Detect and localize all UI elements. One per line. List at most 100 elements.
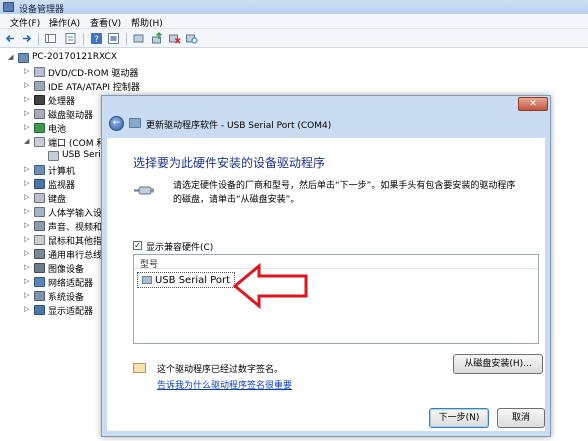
menu-help[interactable]: 帮助(H) [131,16,163,29]
mouse-icon [34,235,45,245]
keyboard-icon [34,193,45,203]
device-view-icon[interactable] [107,32,120,45]
signing-info-link[interactable]: 告诉我为什么驱动程序签名很重要 [157,378,292,391]
model-column-header: 型号 [140,260,159,270]
expand-icon[interactable]: ▷ [24,109,29,117]
tree-root-label: PC-20170121RXCX [32,52,117,62]
svg-text:?: ? [94,35,99,45]
expand-icon[interactable]: ▷ [24,179,29,187]
expand-icon[interactable]: ▷ [24,95,29,103]
device-icon [129,118,141,128]
camera-icon [34,263,45,273]
page-heading: 选择要为此硬件安装的设备驱动程序 [133,156,326,170]
hid-icon [34,207,45,217]
tree-item-label: 网络适配器 [48,279,94,289]
tree-item-label: 鼠标和其他指 [48,237,103,247]
expand-icon[interactable]: ▷ [24,291,29,299]
show-hide-tree-icon[interactable] [44,32,57,45]
close-icon: ✕ [529,99,537,109]
cancel-button[interactable]: 取消 [497,408,545,428]
red-arrow-annotation [233,263,308,309]
serial-cable-icon [134,186,154,195]
show-compatible-checkbox[interactable]: ✓ [133,241,142,250]
port-icon [48,151,59,161]
toolbar: ? [0,29,588,48]
scan-hardware-icon[interactable] [185,32,198,45]
battery-icon [34,123,45,133]
have-disk-button[interactable]: 从磁盘安装(H)... [453,354,543,374]
network-adapter-icon [34,277,45,287]
forward-arrow-icon[interactable] [20,32,33,45]
expand-icon[interactable]: ▷ [24,235,29,243]
properties-icon[interactable] [64,32,77,45]
window-titlebar: 设备管理器 [0,0,588,15]
next-button[interactable]: 下一步(N) [429,408,489,428]
update-driver-icon[interactable] [151,32,164,45]
toolbar-separator [126,33,127,45]
expand-icon[interactable]: ▷ [24,67,29,75]
show-compatible-label: 显示兼容硬件(C) [146,243,214,253]
tree-item-label: 通用串行总线 [48,251,103,261]
dialog-header: ← 更新驱动程序软件 - USB Serial Port (COM4) [103,113,549,135]
tree-item-label: 端口 (COM 和 [48,139,106,149]
signed-driver-text: 这个驱动程序已经过数字签名。 [157,365,284,375]
uninstall-icon[interactable] [168,32,181,45]
expand-icon[interactable]: ▷ [24,277,29,285]
menu-file[interactable]: 文件(F) [10,16,40,29]
certificate-icon [133,363,146,373]
expand-icon[interactable]: ▷ [24,165,29,173]
monitor-icon [34,179,45,189]
model-list-item[interactable]: USB Serial Port [137,272,235,288]
port-icon [34,137,45,147]
model-list-header[interactable]: 型号 [134,255,538,270]
usb-icon [34,249,45,259]
tree-item-label: 键盘 [48,195,67,205]
collapse-icon[interactable]: ◢ [24,137,29,145]
model-item-label: USB Serial Port [155,275,231,286]
expand-icon[interactable]: ▷ [24,263,29,271]
expand-icon[interactable]: ▷ [24,81,29,89]
update-driver-dialog: ✕ ← 更新驱动程序软件 - USB Serial Port (COM4) 选择… [101,95,551,437]
model-list[interactable]: 型号 USB Serial Port [133,254,539,344]
computer-icon [34,165,45,175]
dialog-close-button[interactable]: ✕ [518,97,548,111]
tree-item-label: USB Seri [62,150,101,160]
device-icon [142,276,152,284]
toolbar-separator [83,33,84,45]
expand-icon[interactable]: ▷ [24,207,29,215]
tree-item-label: 系统设备 [48,293,85,303]
back-button[interactable]: ← [109,116,124,131]
speaker-icon [34,221,45,231]
tree-item-label: 图像设备 [48,265,85,275]
display-adapter-icon [34,305,45,315]
system-device-icon [34,291,45,301]
tree-item-label: 声音、视频和 [48,223,103,233]
tree-item-label: 计算机 [48,167,76,177]
expand-icon[interactable]: ▷ [24,249,29,257]
menu-bar: 文件(F) 操作(A) 查看(V) 帮助(H) [0,14,588,29]
help-icon[interactable]: ? [90,32,103,45]
tree-item-label: 处理器 [48,97,76,107]
expand-icon[interactable]: ▷ [24,193,29,201]
tree-item-label: 监视器 [48,181,76,191]
expand-icon[interactable]: ▷ [24,221,29,229]
expand-icon[interactable]: ▷ [24,305,29,313]
tree-item-label: IDE ATA/ATAPI 控制器 [48,83,140,93]
tree-item-label: 人体学输入设 [48,209,103,219]
collapse-icon[interactable]: ◢ [8,53,13,61]
menu-action[interactable]: 操作(A) [49,16,80,29]
computer-icon [18,53,29,63]
ide-controller-icon [34,81,45,91]
expand-icon[interactable]: ▷ [24,123,29,131]
tree-item-label: DVD/CD-ROM 驱动器 [48,69,139,79]
instruction-text: 请选定硬件设备的厂商和型号，然后单击“下一步”。如果手头有包含要安装的驱动程序的… [173,181,516,205]
dvd-drive-icon [34,67,45,77]
tree-item-label: 显示适配器 [48,307,94,317]
processor-icon [34,95,45,105]
device-icon[interactable] [132,32,145,45]
dialog-title: 更新驱动程序软件 - USB Serial Port (COM4) [146,121,332,131]
menu-view[interactable]: 查看(V) [90,16,121,29]
device-manager-icon [3,2,14,12]
back-arrow-icon[interactable] [4,32,17,45]
tree-item-label: 电池 [48,125,67,135]
